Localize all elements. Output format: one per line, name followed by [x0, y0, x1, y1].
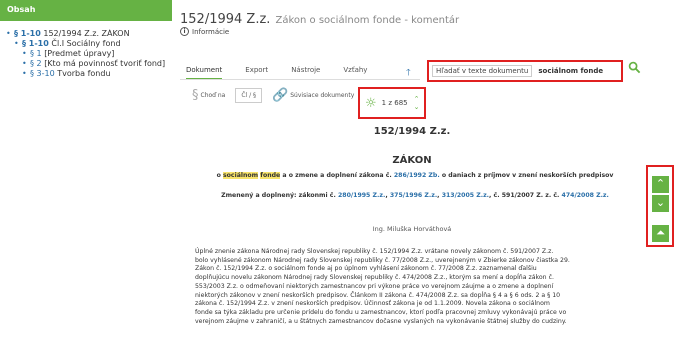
law-link[interactable]: 474/2008 Z.z.	[562, 192, 609, 199]
paragraph-line: zákona č. 152/1994 Z.z. v znení neskorší…	[195, 300, 550, 308]
toc-section-title[interactable]: Tvorba fondu	[57, 69, 110, 78]
search-bar: Hľadať v texte dokumentu sociálnom fonde	[427, 60, 623, 82]
toc-section-number[interactable]: § 1-10	[22, 39, 49, 48]
next-match-button[interactable]: ⌄	[652, 195, 669, 212]
info-icon: i	[180, 27, 189, 36]
bullet-icon: •	[22, 59, 27, 68]
sidebar: Obsah • § 1-10 152/1994 Z.z. ZÁKON • § 1…	[0, 0, 172, 342]
law-subtitle: o sociálnom fonde a o zmene a doplnení z…	[195, 171, 635, 180]
scroll-navigation: ⌃ ⌄ ⏶	[646, 165, 674, 247]
paragraph-line: doplňujúcu novelu zákonom Národnej rady …	[195, 274, 554, 282]
law-link[interactable]: 313/2005 Z.z.	[442, 192, 489, 199]
bullet-icon: •	[6, 29, 11, 38]
toc-section-number[interactable]: § 1-10	[14, 29, 41, 38]
paragraph-line: Úplné znenie zákona Národnej rady Sloven…	[195, 248, 554, 255]
section-icon: §	[192, 88, 199, 103]
tab-export[interactable]: Export	[245, 66, 268, 80]
tab-relations[interactable]: Vzťahy	[343, 66, 367, 80]
search-label: Hľadať v texte dokumentu	[432, 65, 533, 77]
main-content: 152/1994 Z.z. Zákon o sociálnom fonde - …	[172, 0, 675, 342]
tab-document[interactable]: Dokument	[186, 66, 223, 80]
paragraph-line: fonde sa týka základu pre určenie prídel…	[195, 308, 567, 316]
goto-label: Choď na	[200, 92, 226, 99]
text: o	[216, 172, 221, 179]
scroll-top-button[interactable]: ⏶	[652, 225, 669, 242]
goto-button[interactable]: § Choď na	[192, 88, 225, 103]
law-link[interactable]: 375/1996 Z.z.	[390, 192, 437, 199]
related-label: Súvisiace dokumenty	[290, 92, 355, 99]
table-of-contents: • § 1-10 152/1994 Z.z. ZÁKON • § 1-10 Čl…	[0, 29, 172, 79]
toc-section-title[interactable]: 152/1994 Z.z. ZÁKON	[43, 29, 129, 38]
text: , č. 591/2007 Z. z. č.	[489, 192, 560, 199]
law-heading: ZÁKON	[392, 155, 432, 166]
paragraph-line: niektorých zákonov v znení neskorších pr…	[195, 291, 561, 299]
amendments-line: Zmenený a doplnený: zákonmi č. 280/1995 …	[221, 192, 609, 199]
related-docs-button[interactable]: 🔗 Súvisiace dokumenty	[272, 88, 354, 103]
link-icon: 🔗	[272, 88, 289, 103]
paragraph-line: verejnom záujme v zahraničí, a u štátnyc…	[195, 317, 567, 325]
toc-section-title[interactable]: [Kto má povinnosť tvoriť fond]	[44, 59, 165, 68]
toc-section-title[interactable]: Čl.I Sociálny fond	[51, 39, 120, 48]
info-label[interactable]: Informácie	[192, 28, 229, 36]
toc-item-section-3-10[interactable]: • § 3-10 Tvorba fondu	[0, 69, 172, 79]
toc-section-number[interactable]: § 1	[30, 49, 42, 58]
info-link[interactable]: i Informácie	[180, 27, 229, 36]
chevron-down-icon: ⌄	[655, 196, 666, 209]
toc-section-number[interactable]: § 2	[30, 59, 42, 68]
search-highlight: sociálnom	[222, 172, 259, 179]
tab-divider	[180, 79, 420, 80]
toc-section-title[interactable]: [Predmet úpravy]	[44, 49, 114, 58]
law-link[interactable]: 280/1995 Z.z.	[338, 192, 385, 199]
toc-section-number[interactable]: § 3-10	[30, 69, 55, 78]
chevron-down-icon[interactable]: ⌄	[414, 103, 420, 111]
document-title: 152/1994 Z.z.	[373, 126, 451, 137]
text: Zmenený a doplnený: zákonmi č.	[221, 192, 336, 199]
search-input[interactable]: sociálnom fonde	[532, 67, 603, 75]
doc-number: 152/1994 Z.z.	[180, 12, 271, 27]
search-highlight: fonde	[260, 172, 281, 179]
bullet-icon: •	[14, 39, 19, 48]
text: o daniach z príjmov v znení neskorších p…	[441, 172, 614, 179]
paragraph-line: 553/2003 Z.z. o odmeňovaní niektorých za…	[195, 282, 554, 290]
highlight-navigator: ☼ 1 z 685 ⌃ ⌄	[358, 87, 426, 119]
sidebar-title: Obsah	[0, 0, 172, 21]
author: Ing. Miluška Horváthová	[372, 225, 452, 233]
arrow-up-icon[interactable]: 🡑	[406, 65, 411, 81]
tab-bar: Dokument Export Nástroje Vzťahy	[186, 66, 390, 80]
chevron-up-icon: ⌃	[655, 177, 666, 190]
toc-item-section-1[interactable]: • § 1 [Predmet úpravy]	[0, 49, 172, 59]
highlight-icon[interactable]: ☼	[365, 96, 377, 111]
toc-item-article[interactable]: • § 1-10 Čl.I Sociálny fond	[0, 39, 172, 49]
section-field[interactable]: Čl / §	[235, 88, 263, 103]
previous-match-button[interactable]: ⌃	[652, 176, 669, 193]
paragraph: Úplné znenie zákona Národnej rady Sloven…	[195, 248, 635, 326]
bullet-icon: •	[22, 49, 27, 58]
doc-name: Zákon o sociálnom fonde - komentár	[275, 15, 460, 26]
document-toolbar: § Choď na Čl / § 🔗 Súvisiace dokumenty	[192, 88, 364, 103]
law-link[interactable]: 286/1992 Zb.	[394, 172, 440, 179]
paragraph-line: Zákon č. 152/1994 Z.z. o sociálnom fonde…	[195, 265, 537, 273]
toc-item-law[interactable]: • § 1-10 152/1994 Z.z. ZÁKON	[0, 29, 172, 39]
arrow-top-icon: ⏶	[656, 226, 665, 239]
page-title: 152/1994 Z.z. Zákon o sociálnom fonde - …	[180, 8, 459, 27]
chevron-up-icon[interactable]: ⌃	[414, 95, 420, 103]
text: a o zmene a doplnení zákona č.	[282, 172, 392, 179]
tab-tools[interactable]: Nástroje	[291, 66, 320, 80]
highlight-count: 1 z 685	[381, 99, 408, 107]
search-icon[interactable]	[628, 61, 641, 74]
toc-item-section-2[interactable]: • § 2 [Kto má povinnosť tvoriť fond]	[0, 59, 172, 69]
bullet-icon: •	[22, 69, 27, 78]
